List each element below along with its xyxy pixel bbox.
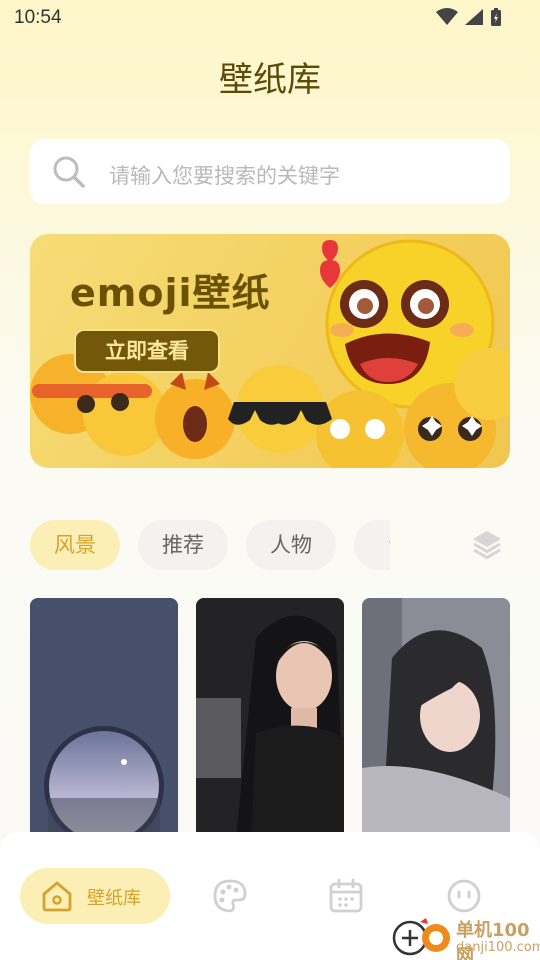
battery-icon — [491, 8, 501, 26]
page-title: 壁纸库 — [219, 60, 321, 100]
tab-recommended[interactable]: 推荐 — [138, 520, 228, 570]
palette-icon[interactable] — [212, 878, 248, 914]
wallpaper-thumbnail[interactable] — [362, 598, 510, 838]
search-icon — [53, 156, 85, 188]
tab-scenery[interactable]: 风景 — [30, 520, 120, 570]
wallpaper-thumbnail[interactable] — [196, 598, 344, 838]
site-watermark: 单机100网 danji100.com — [390, 912, 540, 960]
status-time: 10:54 — [14, 7, 62, 28]
category-tabs: 风景 推荐 人物 动 — [30, 520, 390, 570]
banner-title: emoji壁纸 — [70, 271, 271, 315]
wallpaper-image — [30, 598, 178, 838]
search-input[interactable]: 请输入您要搜索的关键字 — [30, 139, 510, 204]
layers-icon[interactable] — [470, 528, 504, 562]
calendar-icon[interactable] — [328, 878, 364, 914]
wallpaper-image — [362, 598, 510, 838]
wallpaper-image — [196, 598, 344, 838]
nav-item-label: 壁纸库 — [87, 888, 141, 909]
status-bar: 10:54 — [0, 0, 540, 36]
emoji-banner[interactable]: emoji壁纸 立即查看 — [30, 234, 510, 468]
home-icon — [42, 881, 72, 912]
wifi-icon — [436, 8, 458, 25]
signal-icon — [465, 9, 483, 25]
watermark-domain: danji100.com — [456, 940, 540, 955]
search-placeholder: 请输入您要搜索的关键字 — [109, 164, 340, 188]
tab-people[interactable]: 人物 — [246, 520, 336, 570]
view-now-button[interactable]: 立即查看 — [74, 329, 220, 373]
tab-dynamic[interactable]: 动 — [354, 520, 390, 570]
face-icon[interactable] — [446, 878, 482, 914]
nav-item-wallpaper[interactable]: 壁纸库 — [20, 868, 170, 924]
wallpaper-thumbnail[interactable] — [30, 598, 178, 838]
watermark-logo-icon — [392, 918, 450, 956]
